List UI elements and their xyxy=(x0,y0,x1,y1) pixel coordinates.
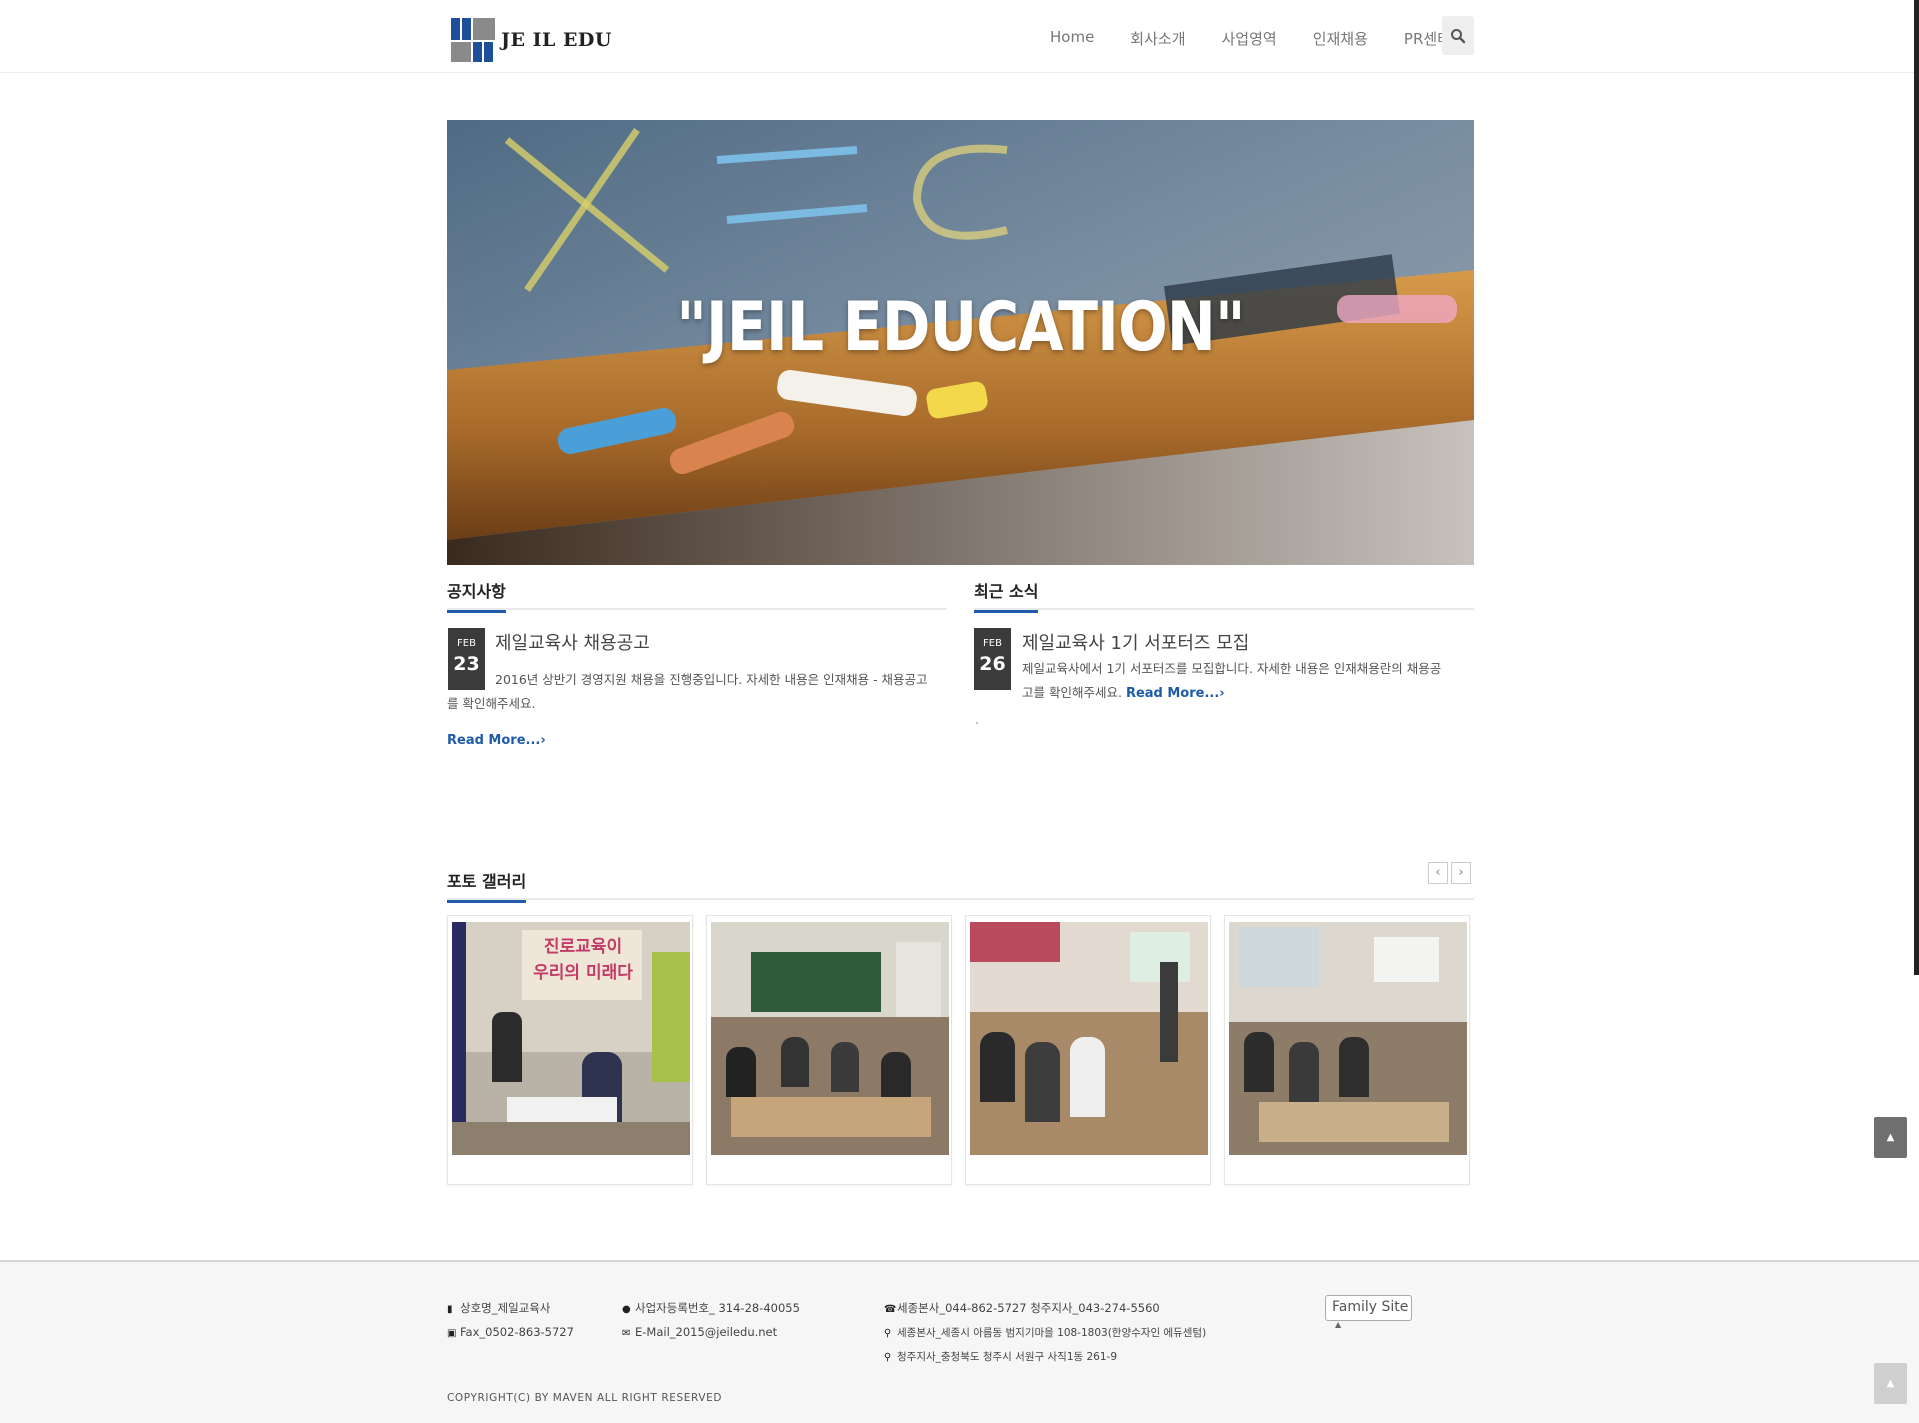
phone-icon: ☎ xyxy=(884,1304,897,1315)
gallery-item[interactable] xyxy=(965,915,1211,1185)
logo-text: JE IL EDU xyxy=(501,29,612,51)
footer-fax: ▣ Fax_0502-863-5727 xyxy=(447,1325,574,1339)
notice-body-line1: 2016년 상반기 경영지원 채용을 진행중입니다. 자세한 내용은 인재채용 … xyxy=(495,672,928,687)
chevron-up-icon: ▲ xyxy=(1886,1132,1895,1143)
map-marker-icon: ⚲ xyxy=(884,1352,892,1363)
scrollbar[interactable] xyxy=(1914,0,1919,975)
gallery-item[interactable]: 진로교육이 우리의 미래다 xyxy=(447,915,693,1185)
gallery-photo xyxy=(1229,922,1467,1155)
gallery-next-button[interactable]: › xyxy=(1451,862,1471,884)
gallery-item[interactable] xyxy=(706,915,952,1185)
search-button[interactable] xyxy=(1442,16,1474,55)
gallery-photo: 진로교육이 우리의 미래다 xyxy=(452,922,690,1155)
notice-readmore-link[interactable]: Read More...› xyxy=(447,733,546,748)
photo-banner-text: 진로교육이 우리의 미래다 xyxy=(533,937,633,983)
news-body-line2: 고를 확인해주세요. Read More...› xyxy=(1022,681,1472,706)
fax-icon: ▣ xyxy=(447,1328,457,1339)
footer-biz-no: ● 사업자등록번호_ 314-28-40055 xyxy=(622,1300,800,1316)
gallery-item[interactable] xyxy=(1224,915,1470,1185)
news-post-body: 제일교육사에서 1기 서포터즈를 모집합니다. 자세한 내용은 인재채용란의 채… xyxy=(1022,657,1472,706)
search-icon xyxy=(1451,28,1466,43)
news-post-title[interactable]: 제일교육사 1기 서포터즈 모집 xyxy=(1022,629,1249,655)
footer-biz-no-text: 사업자등록번호_ 314-28-40055 xyxy=(635,1301,800,1315)
family-site-select[interactable]: Family Site ▲ xyxy=(1325,1295,1412,1329)
scroll-to-top-button-footer[interactable]: ▲ xyxy=(1874,1363,1907,1404)
footer-email: ✉ E-Mail_2015@jeiledu.net xyxy=(622,1325,777,1339)
gallery-prev-button[interactable]: ‹ xyxy=(1428,862,1448,884)
footer-company: ▮ 상호명_제일교육사 xyxy=(447,1300,550,1316)
map-marker-icon: ⚲ xyxy=(884,1328,892,1339)
notice-body-line2: 를 확인해주세요. xyxy=(447,696,536,711)
date-month: FEB xyxy=(457,638,476,649)
footer-company-text: 상호명_제일교육사 xyxy=(460,1301,551,1315)
news-body-line2-text: 고를 확인해주세요. xyxy=(1022,685,1122,700)
site-footer xyxy=(0,1260,1919,1423)
hero-title: "JEIL EDUCATION" xyxy=(676,288,1245,367)
nav-business[interactable]: 사업영역 xyxy=(1218,24,1281,53)
notice-post-title[interactable]: 제일교육사 채용공고 xyxy=(495,629,650,655)
envelope-icon: ✉ xyxy=(622,1328,631,1339)
main-nav: Home 회사소개 사업영역 인재채용 PR센터 xyxy=(1030,24,1483,53)
hero-banner: "JEIL EDUCATION" xyxy=(447,120,1474,565)
footer-phones-text: 세종본사_044-862-5727 청주지사_043-274-5560 xyxy=(897,1301,1160,1315)
gallery-photo xyxy=(711,922,949,1155)
divider xyxy=(447,898,1474,900)
nav-home[interactable]: Home xyxy=(1046,24,1098,53)
users-icon: ● xyxy=(622,1304,631,1315)
footer-phones: ☎세종본사_044-862-5727 청주지사_043-274-5560 xyxy=(884,1300,1160,1316)
news-section: 최근 소식 xyxy=(974,578,1474,613)
gallery-section: 포토 갤러리 xyxy=(447,868,1474,903)
site-header: JE IL EDU Home 회사소개 사업영역 인재채용 PR센터 xyxy=(0,0,1919,73)
building-icon: ▮ xyxy=(447,1304,453,1315)
scroll-to-top-button[interactable]: ▲ xyxy=(1874,1117,1907,1158)
copyright: COPYRIGHT(C) BY MAVEN ALL RIGHT RESERVED xyxy=(447,1392,723,1404)
logo[interactable]: JE IL EDU xyxy=(451,18,612,62)
news-readmore-link[interactable]: Read More...› xyxy=(1126,686,1225,701)
footer-addr2: ⚲ 청주지사_충청북도 청주시 서원구 사직1동 261-9 xyxy=(884,1349,1117,1364)
news-date-badge: FEB 26 xyxy=(974,628,1011,690)
gallery-photo xyxy=(970,922,1208,1155)
footer-email-text: E-Mail_2015@jeiledu.net xyxy=(635,1325,778,1339)
logo-mark-icon xyxy=(451,18,497,62)
news-extra-mark: ` xyxy=(975,722,980,733)
nav-company[interactable]: 회사소개 xyxy=(1126,24,1189,53)
date-month: FEB xyxy=(983,638,1002,649)
chevron-up-icon: ▲ xyxy=(1886,1378,1895,1389)
divider xyxy=(447,608,947,610)
news-body-line1: 제일교육사에서 1기 서포터즈를 모집합니다. 자세한 내용은 인재채용란의 채… xyxy=(1022,661,1442,676)
nav-recruit[interactable]: 인재채용 xyxy=(1309,24,1372,53)
date-day: 26 xyxy=(979,653,1006,675)
footer-fax-text: Fax_0502-863-5727 xyxy=(460,1325,574,1339)
footer-addr2-text: 청주지사_충청북도 청주시 서원구 사직1동 261-9 xyxy=(897,1351,1118,1363)
family-site-label: Family Site xyxy=(1332,1299,1409,1315)
divider xyxy=(974,608,1474,610)
notice-post-body: 2016년 상반기 경영지원 채용을 진행중입니다. 자세한 내용은 인재채용 … xyxy=(447,668,947,716)
footer-addr1-text: 세종본사_세종시 아름동 범지기마을 108-1803(한양수자인 에듀센텀) xyxy=(897,1327,1207,1339)
footer-addr1: ⚲ 세종본사_세종시 아름동 범지기마을 108-1803(한양수자인 에듀센텀) xyxy=(884,1325,1206,1340)
notice-section: 공지사항 xyxy=(447,578,947,613)
caret-up-icon: ▲ xyxy=(1335,1320,1342,1329)
